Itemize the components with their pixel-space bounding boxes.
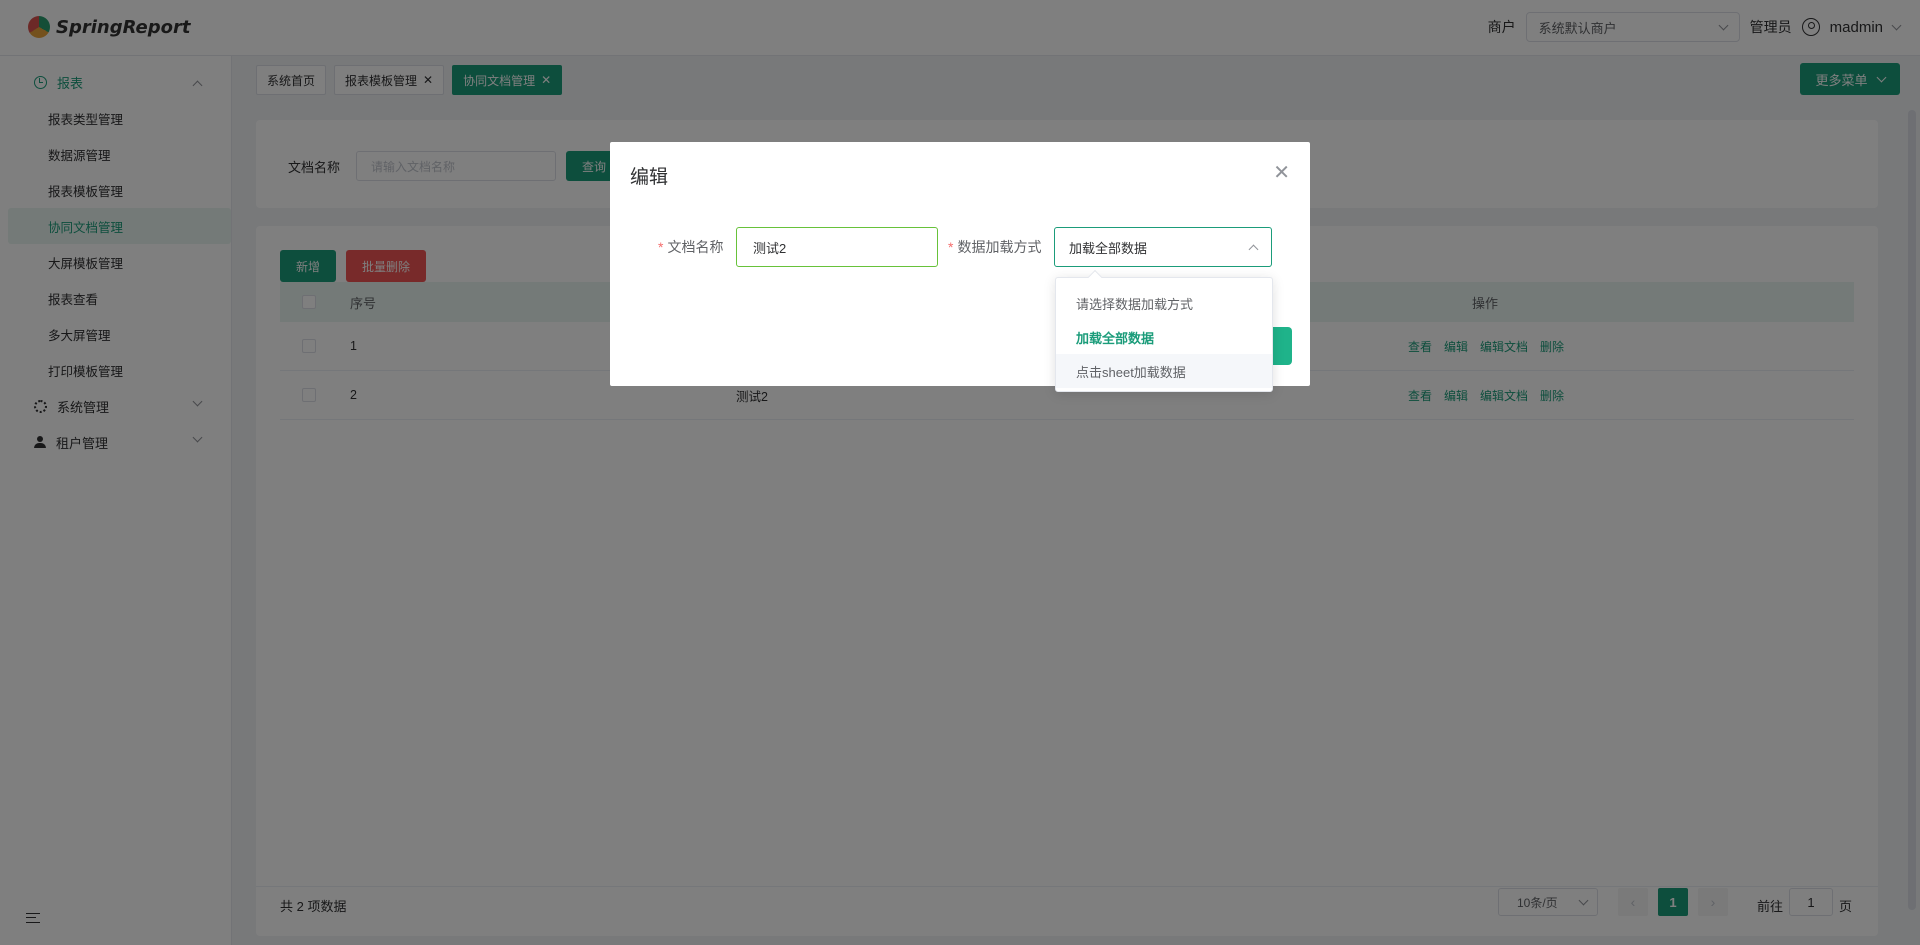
load-mode-value: 加载全部数据: [1069, 240, 1148, 256]
mode-label: * 数据加载方式: [948, 239, 1042, 255]
chevron-up-icon: [1248, 244, 1259, 254]
load-mode-dropdown: 请选择数据加载方式 加载全部数据 点击sheet加载数据: [1055, 269, 1273, 392]
close-icon[interactable]: ✕: [1273, 160, 1290, 185]
doc-name-input[interactable]: 测试2: [736, 227, 938, 267]
dialog-title: 编辑: [630, 167, 669, 188]
option-load-all[interactable]: 加载全部数据: [1056, 320, 1272, 354]
name-label: * 文档名称: [658, 239, 724, 255]
option-placeholder[interactable]: 请选择数据加载方式: [1056, 286, 1272, 320]
option-load-on-sheet[interactable]: 点击sheet加载数据: [1056, 354, 1272, 388]
load-mode-select[interactable]: 加载全部数据: [1054, 227, 1272, 267]
